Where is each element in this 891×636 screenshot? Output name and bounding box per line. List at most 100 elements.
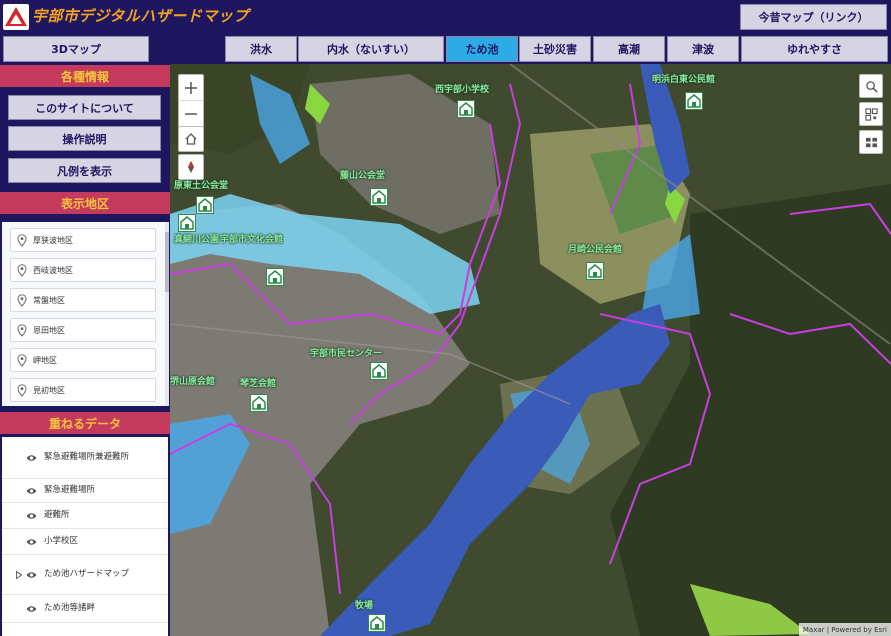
plus-icon: [185, 81, 197, 94]
tab-ground-shaking[interactable]: ゆれやすさ: [741, 36, 888, 62]
eye-icon[interactable]: [26, 571, 37, 579]
shelter-icon: [588, 264, 602, 278]
district-label: 恩田地区: [33, 325, 65, 335]
minus-icon: [185, 113, 197, 115]
map-place-label: 真締川公園: [174, 235, 220, 245]
layer-item[interactable]: 緊急避難場所兼避難所: [2, 437, 168, 479]
shelter-icon: [372, 190, 386, 204]
basemap-icon: [865, 137, 877, 147]
app-title: 宇部市デジタルハザードマップ: [32, 7, 249, 25]
zoom-in-button[interactable]: [179, 75, 203, 101]
basemap-gallery-button[interactable]: [859, 130, 883, 154]
layer-item[interactable]: 緊急避難場所: [2, 479, 168, 503]
district-scrollbar[interactable]: [165, 222, 169, 406]
about-site-button[interactable]: このサイトについて: [8, 95, 161, 120]
expand-caret-icon[interactable]: [16, 570, 22, 579]
district-label: 厚狭波地区: [33, 235, 73, 245]
tab-landslide[interactable]: 土砂災害: [519, 36, 591, 62]
layer-label: 緊急避難場所兼避難所: [44, 452, 130, 462]
layer-label: 小学校区: [44, 536, 79, 546]
map-pin-icon: [17, 384, 27, 397]
zoom-controls: [178, 74, 204, 128]
shelter-marker[interactable]: [586, 262, 604, 280]
district-label: 岬地区: [33, 355, 57, 365]
shelter-marker[interactable]: [457, 100, 475, 118]
map-place-label: 堺山原会館: [170, 377, 216, 387]
map-place-label: 月崎公民会館: [568, 245, 623, 255]
tab-tsunami[interactable]: 津波: [667, 36, 739, 62]
show-legend-button[interactable]: 凡例を表示: [8, 158, 161, 183]
tab-storm-surge[interactable]: 高潮: [593, 36, 665, 62]
city-logo[interactable]: [3, 4, 29, 30]
district-item[interactable]: 恩田地区: [10, 318, 156, 342]
map-place-label: 宇部市文化会館: [220, 235, 284, 245]
shelter-marker[interactable]: [370, 362, 388, 380]
tab-flood[interactable]: 洪水: [225, 36, 297, 62]
shelter-marker[interactable]: [685, 92, 703, 110]
district-section-heading: 表示地区: [0, 192, 170, 214]
shelter-icon: [459, 102, 473, 116]
shelter-marker[interactable]: [196, 196, 214, 214]
layer-label: 緊急避難場所: [44, 485, 96, 495]
zoom-out-button[interactable]: [179, 101, 203, 127]
map-pin-icon: [17, 234, 27, 247]
map-place-label: 西宇部小学校: [435, 85, 490, 95]
konjaku-map-link-button[interactable]: 今昔マップ（リンク）: [740, 4, 887, 30]
layers-section-heading: 重ねるデータ: [0, 412, 170, 434]
shelter-icon: [372, 364, 386, 378]
shelter-icon: [268, 270, 282, 284]
shelter-marker[interactable]: [368, 614, 386, 632]
eye-icon[interactable]: [26, 487, 37, 495]
district-item[interactable]: 常盤地区: [10, 288, 156, 312]
shelter-icon: [198, 198, 212, 212]
compass-button[interactable]: [178, 154, 204, 180]
search-button[interactable]: [859, 74, 883, 98]
eye-icon[interactable]: [26, 512, 37, 520]
map-pin-icon: [17, 354, 27, 367]
eye-icon[interactable]: [26, 605, 37, 613]
shelter-marker[interactable]: [266, 268, 284, 286]
layer-list: 緊急避難場所兼避難所 緊急避難場所 避難所 小学校区 ため池ハザードマップ ため…: [2, 437, 168, 636]
layer-label: ため池ハザードマップ: [44, 569, 130, 579]
map-attribution: Maxar | Powered by Esri: [798, 623, 891, 636]
shelter-icon: [180, 216, 194, 230]
tab-3d-map[interactable]: 3Dマップ: [3, 36, 149, 62]
layer-item[interactable]: 避難所: [2, 503, 168, 529]
map-place-label: 宇部市民センター: [310, 349, 383, 359]
district-item[interactable]: 西岐波地区: [10, 258, 156, 282]
layer-item[interactable]: ため池等諸畔: [2, 595, 168, 623]
search-icon: [865, 80, 878, 93]
district-item[interactable]: 見初地区: [10, 378, 156, 402]
shelter-marker[interactable]: [370, 188, 388, 206]
shelter-marker[interactable]: [250, 394, 268, 412]
app-header: 宇部市デジタルハザードマップ 今昔マップ（リンク）: [0, 0, 891, 34]
map-view[interactable]: 西宇部小学校 藤山公会堂 原東土公会堂 明浜白東公民館 月崎公民会館 真締川公園…: [170, 64, 891, 636]
map-pin-icon: [17, 264, 27, 277]
layer-label: ため池等諸畔: [44, 603, 96, 613]
layer-item-expandable[interactable]: ため池ハザードマップ: [2, 555, 168, 595]
tab-inland-flood[interactable]: 内水（ないすい）: [298, 36, 444, 62]
shelter-marker[interactable]: [178, 214, 196, 232]
shelter-icon: [370, 616, 384, 630]
satellite-imagery: [170, 64, 891, 636]
map-place-label: 藤山公会堂: [340, 171, 386, 181]
eye-icon[interactable]: [26, 454, 37, 462]
district-item[interactable]: 岬地区: [10, 348, 156, 372]
sidebar: 各種情報 このサイトについて 操作説明 凡例を表示 表示地区 厚狭波地区 西岐波…: [0, 64, 170, 636]
compass-icon: [188, 161, 194, 173]
home-button[interactable]: [178, 126, 204, 152]
district-item[interactable]: 厚狭波地区: [10, 228, 156, 252]
map-pin-icon: [17, 324, 27, 337]
city-emblem-icon: [5, 7, 27, 26]
manual-button[interactable]: 操作説明: [8, 126, 161, 151]
eye-icon[interactable]: [26, 538, 37, 546]
map-place-label: 琴芝会館: [240, 379, 277, 389]
qr-code-icon: [864, 107, 878, 121]
scrollbar-thumb[interactable]: [165, 232, 169, 292]
shelter-icon: [687, 94, 701, 108]
tab-reservoir[interactable]: ため池: [446, 36, 518, 62]
shelter-icon: [252, 396, 266, 410]
qr-code-button[interactable]: [859, 102, 883, 126]
district-label: 西岐波地区: [33, 265, 73, 275]
layer-item[interactable]: 小学校区: [2, 529, 168, 555]
